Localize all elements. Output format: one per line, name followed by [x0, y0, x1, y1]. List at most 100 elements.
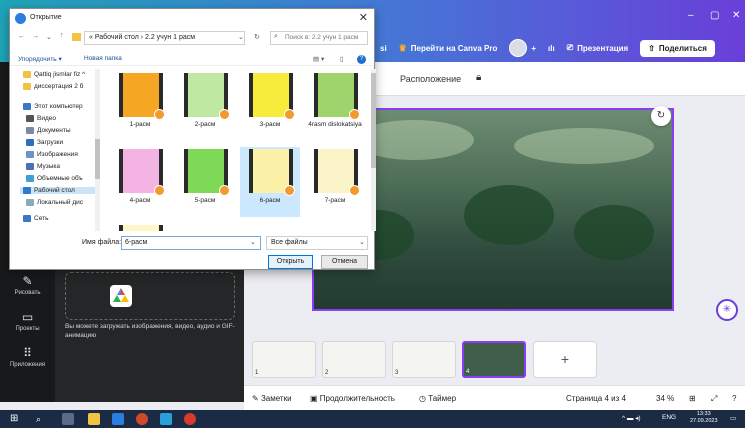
nav-item[interactable]: Загрузки [26, 139, 63, 146]
help-icon[interactable]: ? [732, 394, 736, 403]
nav-item[interactable]: Сеть [23, 215, 48, 222]
yandex-icon[interactable] [184, 413, 196, 425]
arrange-button[interactable]: Расположение [400, 74, 461, 84]
file-item[interactable]: 1-расм [110, 71, 170, 141]
file-list: 1-расм 2-расм 3-расм 4rasm dislokatsiya 4-ра… [108, 69, 370, 231]
share-icon: ⇧ [648, 43, 655, 53]
view-options-icon[interactable]: ▤ ▾ [313, 55, 324, 63]
filetype-select[interactable]: Все файлы [266, 236, 368, 250]
file-name: 6-расм [259, 197, 281, 204]
minimize-icon[interactable]: – [688, 10, 694, 21]
timer-button[interactable]: ◷ Таймер [419, 394, 456, 403]
page-thumb[interactable]: 3 [392, 341, 456, 378]
nav-item[interactable]: Документы [26, 127, 71, 134]
files-scrollbar[interactable] [371, 69, 376, 231]
close-icon[interactable]: ✕ [732, 10, 740, 21]
preview-pane-icon[interactable]: ▯ [340, 55, 344, 63]
rail-apps[interactable]: ⠿ Приложения [0, 346, 55, 368]
recent-icon[interactable]: ⌄ [46, 33, 52, 41]
file-item[interactable]: 2-расм [175, 71, 235, 141]
present-label: Презентация [577, 43, 629, 53]
nav-item[interactable]: Этот компьютер [23, 103, 83, 110]
canva-pro-button[interactable]: ♛ Перейти на Canva Pro [399, 43, 498, 54]
nav-item[interactable]: Локальный дис [26, 199, 83, 206]
close-icon[interactable]: ✕ [359, 11, 368, 24]
search-icon[interactable]: ⌕ [36, 413, 48, 425]
present-button[interactable]: ⎚ Презентация [567, 43, 629, 53]
nav-item[interactable]: Изображения [26, 151, 78, 158]
file-item[interactable]: 4rasm dislokatsiya [305, 71, 365, 141]
file-item[interactable]: 7-расм [305, 147, 365, 217]
grid-view-icon[interactable]: ⊞ [689, 394, 696, 403]
chevron-down-icon[interactable]: ⌄ [238, 33, 244, 41]
nav-item[interactable]: диссертация 2 б [23, 83, 83, 90]
back-icon[interactable]: ← [18, 33, 25, 40]
cancel-button[interactable]: Отмена [321, 255, 368, 269]
open-button[interactable]: Открыть [268, 255, 313, 269]
nav-cut-item[interactable]: si [380, 44, 387, 53]
nav-item-label: Видео [37, 115, 56, 123]
folder-icon [23, 71, 31, 78]
nav-item[interactable]: Qattiq jismlar fiz ^ [23, 71, 85, 78]
rail-projects[interactable]: ▭ Проекты [0, 310, 55, 332]
nav-item[interactable]: Рабочий стол [20, 187, 100, 195]
browser-icon[interactable] [136, 413, 148, 425]
add-page-button[interactable]: + [533, 341, 597, 378]
present-icon: ⎚ [566, 43, 574, 52]
file-item[interactable]: 6-расм [240, 147, 300, 217]
zoom-level[interactable]: 34 % [656, 394, 674, 403]
clock[interactable]: 13:33 27.09.2023 [690, 411, 718, 425]
file-explorer-icon[interactable] [88, 413, 100, 425]
file-item[interactable]: vektorn..pod [110, 223, 170, 231]
file-name: 4rasm dislokatsiya [308, 121, 362, 128]
rotate-icon[interactable]: ↻ [651, 106, 671, 126]
chevron-down-icon[interactable]: ⌄ [250, 238, 256, 246]
nav-item[interactable]: Видео [26, 115, 56, 122]
windows-start-icon[interactable]: ⊞ [10, 413, 22, 425]
notes-label: Заметки [260, 394, 292, 403]
notifications-icon[interactable]: ▭ [730, 414, 736, 422]
nav-scrollbar[interactable] [95, 69, 100, 231]
address-bar[interactable]: « Рабочий стол › 2.2 учун 1 расм [84, 31, 245, 45]
refresh-icon[interactable]: ↻ [254, 33, 260, 41]
file-item[interactable]: 4-расм [110, 147, 170, 217]
share-button[interactable]: ⇧ Поделиться [640, 39, 715, 57]
page-thumb[interactable]: 2 [322, 341, 386, 378]
nav-scroll-thumb[interactable] [95, 139, 100, 179]
search-input[interactable]: Поиск в: 2.2 учун 1 расм [270, 31, 368, 45]
notes-button[interactable]: ✎ Заметки [252, 394, 292, 403]
new-folder-button[interactable]: Новая папка [84, 55, 122, 62]
add-collaborator-icon[interactable]: + [531, 44, 536, 53]
file-item[interactable]: 5-расм [175, 147, 235, 217]
duration-button[interactable]: ▣ Продолжительность [310, 394, 395, 403]
fullscreen-icon[interactable]: ⤢ [711, 394, 717, 404]
language-indicator[interactable]: ENG [662, 414, 676, 421]
insights-icon[interactable]: ılı [548, 44, 555, 53]
upload-drop-zone[interactable] [65, 272, 235, 320]
rail-draw-label: Рисовать [14, 290, 41, 296]
task-view-icon[interactable] [62, 413, 74, 425]
page-indicator[interactable]: Страница 4 из 4 [566, 394, 626, 403]
mail-icon[interactable] [112, 413, 124, 425]
magic-icon[interactable]: ✳ [716, 299, 738, 321]
avatar-group[interactable]: + [509, 39, 536, 57]
organize-button[interactable]: Упорядочить ▾ [18, 55, 62, 63]
rail-draw[interactable]: ✎ Рисовать [0, 274, 55, 296]
tray-icons[interactable]: ^ ▬ ◂) [622, 414, 641, 422]
nav-item[interactable]: Музыка [26, 163, 60, 170]
file-name: 2-расм [194, 121, 216, 128]
lock-icon[interactable]: 🔒︎ [476, 72, 481, 83]
canva-taskbar-icon[interactable] [160, 413, 172, 425]
maximize-icon[interactable]: ▢ [710, 10, 719, 21]
chevron-down-icon[interactable]: ⌄ [359, 238, 365, 246]
nav-item[interactable]: Объемные объ [26, 175, 83, 182]
files-scroll-thumb[interactable] [371, 73, 376, 168]
forward-icon[interactable]: → [32, 33, 39, 40]
page-thumb-active[interactable]: 4 [462, 341, 526, 378]
up-icon[interactable]: ↑ [60, 32, 64, 39]
filename-input[interactable]: 6-расм [121, 236, 261, 250]
file-name: 7-расм [324, 197, 346, 204]
page-thumb[interactable]: 1 [252, 341, 316, 378]
help-icon[interactable]: ? [357, 55, 366, 64]
file-item[interactable]: 3-расм [240, 71, 300, 141]
